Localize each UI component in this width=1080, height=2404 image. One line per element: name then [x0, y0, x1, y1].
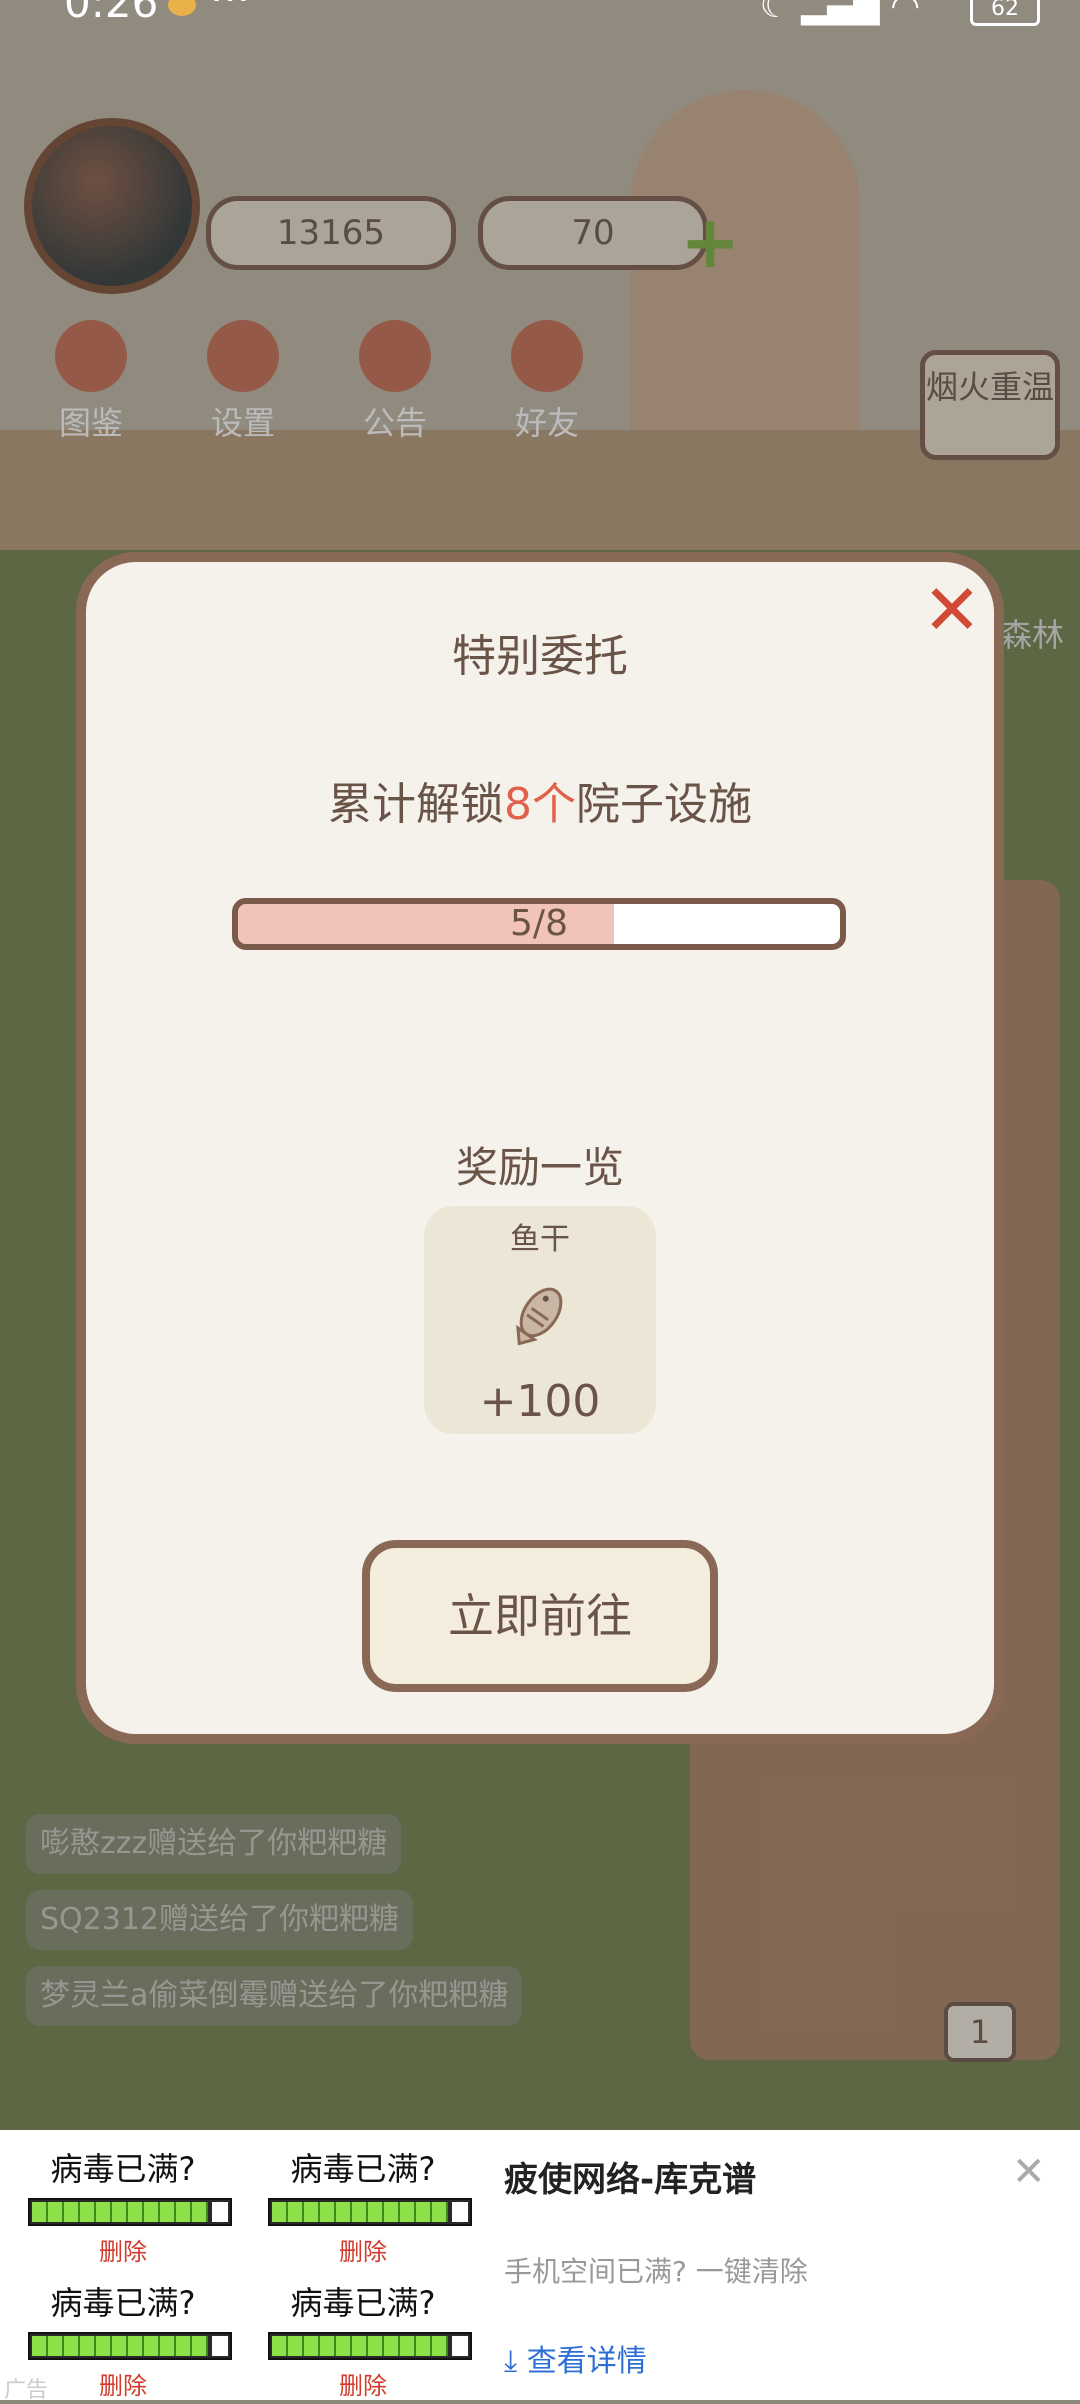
ad-thumb-bar [28, 2332, 232, 2360]
ad-thumb[interactable]: 病毒已满? 删除 [250, 2278, 476, 2400]
ad-thumb-question: 病毒已满? [50, 2150, 196, 2188]
status-bar: 0:26 ··· ☾ ▂▄▆ ◠ 62 [0, 0, 1080, 40]
signal-icon: ☾ ▂▄▆ ◠ [759, 0, 920, 26]
ad-thumb-bar [28, 2198, 232, 2226]
reward-heading: 奖励一览 [455, 1143, 624, 1192]
ad-marker: 广告 [4, 2378, 49, 2403]
ad-thumb-delete: 删除 [339, 2372, 387, 2400]
trash-icon [452, 2336, 468, 2356]
ad-thumb[interactable]: 病毒已满? 删除 [10, 2144, 236, 2266]
trash-icon [212, 2336, 228, 2356]
task-target: 8个 [504, 779, 576, 830]
ad-thumb-delete: 删除 [99, 2238, 147, 2266]
progress-text: 5/8 [510, 903, 568, 944]
ad-details-link[interactable]: ⤓ 查看详情 [504, 2336, 647, 2380]
task-suffix: 院子设施 [576, 779, 752, 830]
progress-bar: 5/8 [232, 898, 846, 950]
ad-thumb-bar [268, 2332, 472, 2360]
task-description: 累计解锁8个院子设施 [76, 768, 1004, 832]
go-now-button[interactable]: 立即前往 [362, 1540, 718, 1692]
battery-icon: 62 [970, 0, 1040, 26]
ad-details-label: 查看详情 [526, 2344, 647, 2379]
ad-description: 手机空间已满? 一键清除 [504, 2255, 808, 2288]
reward-amount: +100 [479, 1376, 601, 1427]
ad-thumb-question: 病毒已满? [290, 2150, 436, 2188]
task-prefix: 累计解锁 [328, 779, 504, 830]
ad-thumb-delete: 删除 [339, 2238, 387, 2266]
ad-thumb-question: 病毒已满? [290, 2284, 436, 2322]
ad-thumb[interactable]: 病毒已满? 删除 [250, 2144, 476, 2266]
download-icon: ⤓ [504, 2344, 527, 2379]
ad-thumb-question: 病毒已满? [50, 2284, 196, 2322]
ad-thumb-bar [268, 2198, 472, 2226]
ad-close-icon[interactable]: ✕ [1012, 2152, 1052, 2194]
status-time: 0:26 [64, 0, 159, 27]
trash-icon [452, 2202, 468, 2222]
trash-icon [212, 2202, 228, 2222]
dialog-title: 特别委托 [452, 631, 628, 682]
ad-title[interactable]: 疲使网络-库克谱 [504, 2152, 756, 2201]
status-more: ··· [210, 0, 250, 23]
dried-fish-icon [516, 1287, 563, 1346]
weibo-icon [168, 0, 196, 16]
reward-name: 鱼干 [510, 1222, 570, 1257]
